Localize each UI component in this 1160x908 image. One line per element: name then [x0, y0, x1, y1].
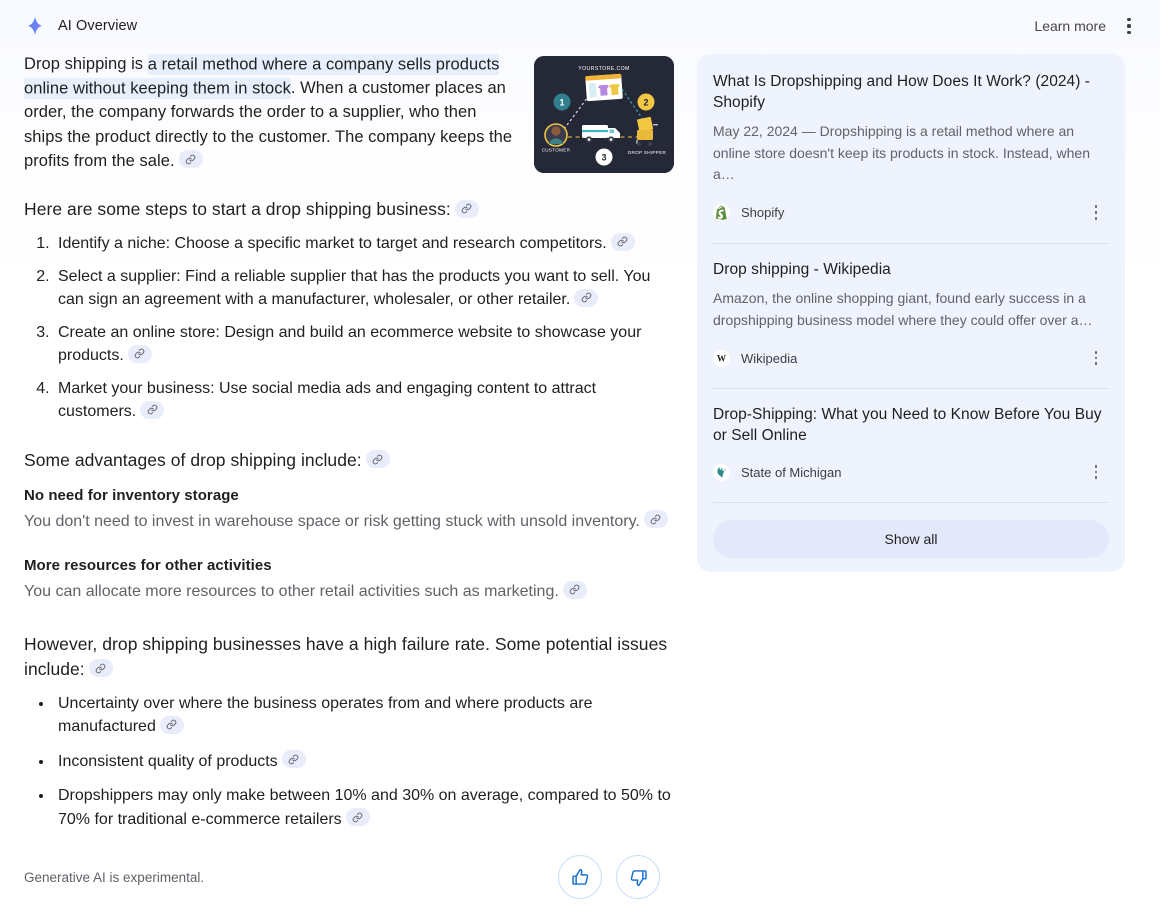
- advantages-heading: Some advantages of drop shipping include…: [24, 448, 674, 473]
- source-meta: State of Michigan: [713, 458, 1109, 486]
- svg-text:CUSTOMER: CUSTOMER: [542, 148, 571, 153]
- source-name: Shopify: [741, 205, 785, 220]
- sources-card: What Is Dropshipping and How Does It Wor…: [697, 54, 1125, 572]
- svg-text:2: 2: [643, 98, 648, 108]
- wikipedia-icon: W: [713, 349, 730, 367]
- issue-text: Inconsistent quality of products: [58, 752, 278, 770]
- divider: [713, 502, 1109, 503]
- show-all-button[interactable]: Show all: [713, 520, 1109, 558]
- link-chip-icon[interactable]: [574, 288, 599, 307]
- link-chip-icon[interactable]: [281, 750, 306, 769]
- intro-text-before: Drop shipping is: [24, 55, 148, 73]
- michigan-icon: [713, 463, 730, 481]
- kebab-menu-icon[interactable]: [1083, 199, 1109, 227]
- svg-text:YOURSTORE.COM: YOURSTORE.COM: [578, 66, 630, 72]
- list-item: Dropshippers may only make between 10% a…: [54, 784, 674, 831]
- step-text: Identify a niche: Choose a specific mark…: [58, 235, 607, 253]
- source-snippet: May 22, 2024 — Dropshipping is a retail …: [713, 123, 1091, 182]
- link-chip-icon[interactable]: [454, 199, 479, 218]
- advantage-title: No need for inventory storage: [24, 486, 239, 504]
- kebab-menu-icon[interactable]: [1116, 12, 1142, 40]
- ai-overview-header: AI Overview Learn more: [0, 0, 1160, 52]
- dropshipping-flow-diagram-thumbnail[interactable]: YOURSTORE.COM 1 2 3 CUSTOMER DROP SHIPPE…: [534, 56, 674, 173]
- feedback-buttons: [558, 855, 660, 899]
- advantage-body: You don't need to invest in warehouse sp…: [24, 510, 674, 534]
- page-title: AI Overview: [58, 18, 138, 34]
- issues-heading: However, drop shipping businesses have a…: [24, 632, 674, 682]
- advantages-heading-text: Some advantages of drop shipping include…: [24, 449, 362, 470]
- advantage-body-text: You don't need to invest in warehouse sp…: [24, 512, 640, 530]
- issue-text: Uncertainty over where the business oper…: [58, 694, 593, 736]
- thumbs-up-icon: [570, 867, 591, 888]
- advantage-title: More resources for other activities: [24, 557, 272, 575]
- issues-list: Uncertainty over where the business oper…: [26, 692, 674, 832]
- list-item: Create an online store: Design and build…: [54, 321, 674, 368]
- main-column: YOURSTORE.COM 1 2 3 CUSTOMER DROP SHIPPE…: [24, 52, 674, 842]
- kebab-menu-icon[interactable]: [1083, 344, 1109, 372]
- kebab-menu-icon[interactable]: [1083, 458, 1109, 486]
- source-item-wikipedia: Drop shipping - Wikipedia Amazon, the on…: [713, 260, 1109, 373]
- thumbs-down-button[interactable]: [616, 855, 660, 899]
- source-title[interactable]: Drop-Shipping: What you Need to Know Bef…: [713, 405, 1109, 446]
- step-text: Market your business: Use social media a…: [58, 379, 597, 421]
- steps-list: Identify a niche: Choose a specific mark…: [26, 232, 674, 424]
- sources-column: What Is Dropshipping and How Does It Wor…: [697, 54, 1125, 572]
- link-chip-icon[interactable]: [88, 659, 113, 678]
- link-chip-icon[interactable]: [159, 715, 184, 734]
- svg-text:W: W: [717, 353, 727, 363]
- source-snippet: Amazon, the online shopping giant, found…: [713, 290, 1093, 328]
- step-text: Select a supplier: Find a reliable suppl…: [58, 267, 651, 309]
- link-chip-icon[interactable]: [178, 150, 203, 169]
- thumbs-up-button[interactable]: [558, 855, 602, 899]
- svg-text:3: 3: [601, 153, 606, 163]
- issues-heading-text: However, drop shipping businesses have a…: [24, 633, 668, 679]
- source-meta: W Wikipedia: [713, 344, 1109, 372]
- link-chip-icon[interactable]: [610, 232, 635, 251]
- divider: [713, 388, 1109, 389]
- thumbs-down-icon: [628, 867, 649, 888]
- svg-text:1: 1: [559, 98, 564, 108]
- intro-paragraph: YOURSTORE.COM 1 2 3 CUSTOMER DROP SHIPPE…: [24, 52, 674, 173]
- disclaimer-text: Generative AI is experimental.: [24, 869, 205, 885]
- link-chip-icon[interactable]: [643, 510, 668, 529]
- divider: [713, 242, 1109, 244]
- source-item-michigan: Drop-Shipping: What you Need to Know Bef…: [713, 405, 1109, 486]
- source-item-shopify: What Is Dropshipping and How Does It Wor…: [713, 72, 1109, 227]
- overview-body: YOURSTORE.COM 1 2 3 CUSTOMER DROP SHIPPE…: [0, 52, 1160, 908]
- sparkle-icon: [24, 15, 46, 37]
- list-item: Market your business: Use social media a…: [54, 377, 674, 424]
- steps-heading: Here are some steps to start a drop ship…: [24, 197, 674, 222]
- list-item: Select a supplier: Find a reliable suppl…: [54, 265, 674, 312]
- list-item: Identify a niche: Choose a specific mark…: [54, 232, 674, 256]
- advantage-body: You can allocate more resources to other…: [24, 580, 674, 604]
- header-left-group: AI Overview: [24, 15, 137, 37]
- link-chip-icon[interactable]: [562, 580, 587, 599]
- source-meta: Shopify: [713, 199, 1109, 227]
- link-chip-icon[interactable]: [345, 808, 370, 827]
- header-right-group: Learn more: [1030, 12, 1142, 40]
- advantage-body-text: You can allocate more resources to other…: [24, 583, 559, 601]
- link-chip-icon[interactable]: [127, 344, 152, 363]
- shopify-icon: [713, 204, 730, 221]
- list-item: Inconsistent quality of products: [54, 750, 674, 774]
- overview-footer: Generative AI is experimental.: [24, 855, 660, 899]
- source-title[interactable]: What Is Dropshipping and How Does It Wor…: [713, 72, 1109, 113]
- source-name: State of Michigan: [741, 464, 842, 480]
- link-chip-icon[interactable]: [365, 450, 390, 469]
- source-title[interactable]: Drop shipping - Wikipedia: [713, 260, 1109, 281]
- learn-more-link[interactable]: Learn more: [1030, 14, 1110, 38]
- steps-heading-text: Here are some steps to start a drop ship…: [24, 199, 451, 220]
- source-name: Wikipedia: [741, 350, 798, 366]
- list-item: Uncertainty over where the business oper…: [54, 692, 674, 739]
- svg-text:DROP SHIPPER: DROP SHIPPER: [628, 150, 667, 155]
- link-chip-icon[interactable]: [140, 400, 165, 419]
